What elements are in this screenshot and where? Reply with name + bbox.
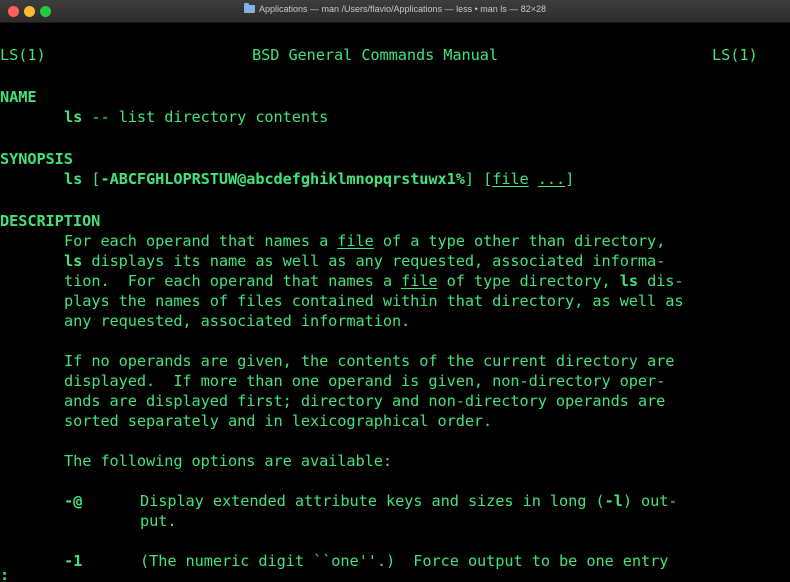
- section-heading-description: DESCRIPTION: [0, 212, 101, 230]
- synopsis-bracket-mid: ] [: [464, 170, 493, 188]
- folder-icon: [243, 3, 255, 13]
- synopsis-bracket-open: [: [82, 170, 101, 188]
- text-span: For each operand that names a: [64, 232, 338, 250]
- man-header-center: BSD General Commands Manual: [252, 46, 498, 64]
- section-heading-name: NAME: [0, 88, 37, 106]
- description-line: any requested, associated information.: [64, 312, 411, 330]
- option-desc-at-cont: put.: [140, 512, 177, 530]
- option-desc-one: (The numeric digit ``one''.) Force outpu…: [140, 552, 669, 570]
- window-title: Applications — man /Users/flavio/Applica…: [0, 3, 790, 14]
- synopsis-bracket-close: ]: [565, 170, 575, 188]
- synopsis-command: ls: [64, 170, 83, 188]
- description-line: ands are displayed first; directory and …: [64, 392, 666, 410]
- description-line: If no operands are given, the contents o…: [64, 352, 675, 370]
- option-desc-at: Display extended attribute keys and size…: [140, 491, 678, 511]
- section-heading-synopsis: SYNOPSIS: [0, 150, 73, 168]
- command-summary: -- list directory contents: [82, 108, 329, 126]
- pager-prompt[interactable]: :: [0, 565, 9, 582]
- file-arg: file: [337, 232, 374, 250]
- description-line: plays the names of files contained withi…: [64, 292, 684, 310]
- synopsis-space: [529, 170, 538, 188]
- text-span: dis-: [637, 272, 684, 290]
- description-line: displayed. If more than one operand is g…: [64, 372, 666, 390]
- ls-ref: ls: [64, 252, 83, 270]
- title-bar[interactable]: Applications — man /Users/flavio/Applica…: [0, 0, 790, 23]
- description-line: ls displays its name as well as any requ…: [64, 251, 665, 271]
- text-span: ) out-: [622, 492, 678, 510]
- terminal-content[interactable]: LS(1) BSD General Commands Manual LS(1) …: [0, 23, 790, 582]
- file-arg: file: [401, 272, 438, 290]
- ls-ref: ls: [619, 272, 638, 290]
- description-line: For each operand that names a file of a …: [64, 231, 665, 251]
- description-line: sorted separately and in lexicographical…: [64, 412, 493, 430]
- text-span: tion. For each operand that names a: [64, 272, 402, 290]
- man-header-left: LS(1): [0, 46, 46, 64]
- synopsis-ellipsis: ...: [537, 170, 566, 188]
- text-span: of a type other than directory,: [373, 232, 666, 250]
- text-span: Display extended attribute keys and size…: [140, 492, 605, 510]
- synopsis-line: ls [-ABCFGHLOPRSTUW@abcdefghiklmnopqrstu…: [64, 169, 574, 189]
- option-flag-at: -@: [64, 492, 83, 510]
- terminal-window: Applications — man /Users/flavio/Applica…: [0, 0, 790, 582]
- flag-ref: -l: [604, 492, 623, 510]
- synopsis-flags: -ABCFGHLOPRSTUW@abcdefghiklmnopqrstuwx1%: [100, 170, 465, 188]
- description-line: tion. For each operand that names a file…: [64, 271, 684, 291]
- option-flag-one: -1: [64, 552, 83, 570]
- text-span: of type directory,: [437, 272, 620, 290]
- name-line: ls -- list directory contents: [64, 107, 328, 127]
- command-name: ls: [64, 108, 83, 126]
- synopsis-file-arg: file: [492, 170, 529, 188]
- options-intro: The following options are available:: [64, 452, 392, 470]
- window-title-text: Applications — man /Users/flavio/Applica…: [258, 4, 547, 14]
- text-span: displays its name as well as any request…: [82, 252, 666, 270]
- man-header-right: LS(1): [712, 46, 758, 64]
